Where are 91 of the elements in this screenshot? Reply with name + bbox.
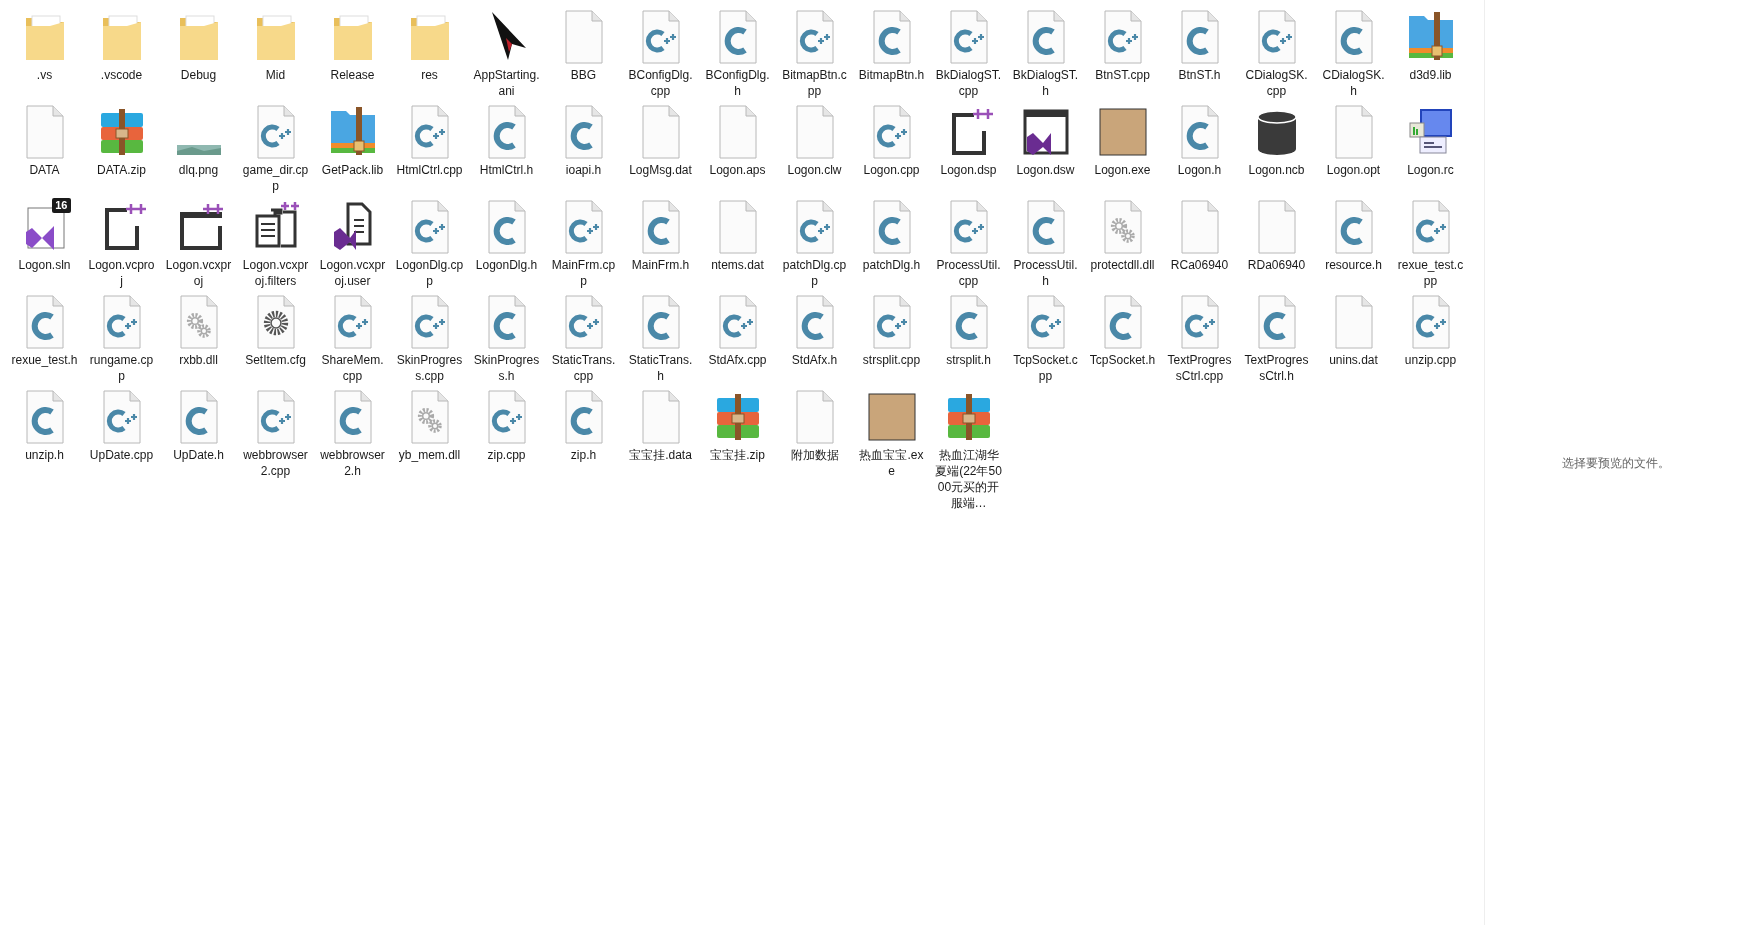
file-name[interactable]: .vs	[10, 67, 79, 99]
file-name[interactable]: LogonDlg.cpp	[395, 257, 464, 289]
file-name[interactable]: RCa06940	[1165, 257, 1234, 289]
file-name[interactable]: DATA.zip	[87, 162, 156, 194]
file-name[interactable]: Debug	[164, 67, 233, 99]
file-name[interactable]: strsplit.cpp	[857, 352, 926, 384]
file-name[interactable]: ioapi.h	[549, 162, 618, 194]
file-name[interactable]: ProcessUtil.cpp	[934, 257, 1003, 289]
file-name[interactable]: 宝宝挂.zip	[703, 447, 772, 479]
file-name[interactable]: DATA	[10, 162, 79, 194]
file-name[interactable]: Logon.vcxproj	[164, 257, 233, 289]
file-name[interactable]: 热血宝宝.exe	[857, 447, 926, 479]
file-name[interactable]: AppStarting.ani	[472, 67, 541, 99]
file-name[interactable]: rungame.cpp	[87, 352, 156, 384]
file-name[interactable]: Logon.clw	[780, 162, 849, 194]
file-name[interactable]: patchDlg.cpp	[780, 257, 849, 289]
file-name[interactable]: Logon.aps	[703, 162, 772, 194]
file-name[interactable]: CDialogSK.h	[1319, 67, 1388, 99]
file-name[interactable]: game_dir.cpp	[241, 162, 310, 194]
file-name[interactable]: HtmlCtrl.h	[472, 162, 541, 194]
file-name[interactable]: BkDialogST.h	[1011, 67, 1080, 99]
file-name[interactable]: BConfigDlg.h	[703, 67, 772, 99]
file-name[interactable]: Logon.vcproj	[87, 257, 156, 289]
file-name[interactable]: unzip.h	[10, 447, 79, 479]
file-name[interactable]: BtnST.h	[1165, 67, 1234, 99]
file-name[interactable]: TextProgressCtrl.h	[1242, 352, 1311, 384]
file-name[interactable]: UpDate.cpp	[87, 447, 156, 479]
file-name[interactable]: LogonDlg.h	[472, 257, 541, 289]
file-name[interactable]: BkDialogST.cpp	[934, 67, 1003, 99]
file-name[interactable]: UpDate.h	[164, 447, 233, 479]
file-name[interactable]: 热血江湖华夏端(22年5000元买的开服端…	[934, 447, 1003, 511]
file-name[interactable]: Logon.opt	[1319, 162, 1388, 194]
file-name[interactable]: HtmlCtrl.cpp	[395, 162, 464, 194]
file-name[interactable]: StaticTrans.h	[626, 352, 695, 384]
file-name[interactable]: Mid	[241, 67, 310, 99]
file-name[interactable]: Logon.dsp	[934, 162, 1003, 194]
file-name[interactable]: rxbb.dll	[164, 352, 233, 384]
file-name[interactable]: Logon.rc	[1396, 162, 1465, 194]
file-name[interactable]: SetItem.cfg	[241, 352, 310, 384]
file-name[interactable]: 宝宝挂.data	[626, 447, 695, 479]
file-name[interactable]: Logon.ncb	[1242, 162, 1311, 194]
file-name[interactable]: strsplit.h	[934, 352, 1003, 384]
file-name[interactable]: StdAfx.h	[780, 352, 849, 384]
file-name[interactable]: Logon.exe	[1088, 162, 1157, 194]
file-name[interactable]: d3d9.lib	[1396, 67, 1465, 99]
file-name[interactable]: ntems.dat	[703, 257, 772, 289]
file-name[interactable]: 附加数据	[780, 447, 849, 479]
file-name[interactable]: Logon.vcxproj.user	[318, 257, 387, 289]
file-name[interactable]: rexue_test.h	[10, 352, 79, 384]
file-name[interactable]: TextProgressCtrl.cpp	[1165, 352, 1234, 384]
file-name[interactable]: SkinProgress.cpp	[395, 352, 464, 384]
file-name[interactable]: CDialogSK.cpp	[1242, 67, 1311, 99]
file-name[interactable]: unzip.cpp	[1396, 352, 1465, 384]
file-name[interactable]: Logon.vcxproj.filters	[241, 257, 310, 289]
file-name[interactable]: .vscode	[87, 67, 156, 99]
file-name[interactable]: StdAfx.cpp	[703, 352, 772, 384]
file-name[interactable]: yb_mem.dll	[395, 447, 464, 479]
file-name[interactable]: MainFrm.h	[626, 257, 695, 289]
file-name[interactable]: TcpSocket.cpp	[1011, 352, 1080, 384]
file-name[interactable]: webbrowser2.cpp	[241, 447, 310, 479]
file-name[interactable]: BtnST.cpp	[1088, 67, 1157, 99]
file-name[interactable]: Logon.sln	[10, 257, 79, 289]
file-name[interactable]: webbrowser2.h	[318, 447, 387, 479]
file-name[interactable]: ProcessUtil.h	[1011, 257, 1080, 289]
file-name[interactable]: BitmapBtn.h	[857, 67, 926, 99]
file-name[interactable]: GetPack.lib	[318, 162, 387, 194]
file-name[interactable]: zip.cpp	[472, 447, 541, 479]
file-name[interactable]: TcpSocket.h	[1088, 352, 1157, 384]
file-name[interactable]: patchDlg.h	[857, 257, 926, 289]
preview-message: 选择要预览的文件。	[1562, 454, 1670, 472]
file-name[interactable]: LogMsg.dat	[626, 162, 695, 194]
file-name[interactable]: BConfigDlg.cpp	[626, 67, 695, 99]
file-name[interactable]: zip.h	[549, 447, 618, 479]
file-name[interactable]: dlq.png	[164, 162, 233, 194]
count-badge: 16	[52, 198, 71, 213]
file-name[interactable]: resource.h	[1319, 257, 1388, 289]
file-name[interactable]: unins.dat	[1319, 352, 1388, 384]
file-name[interactable]: protectdll.dll	[1088, 257, 1157, 289]
file-name[interactable]: RDa06940	[1242, 257, 1311, 289]
file-name[interactable]: BitmapBtn.cpp	[780, 67, 849, 99]
file-name[interactable]: Logon.h	[1165, 162, 1234, 194]
file-name[interactable]: Logon.dsw	[1011, 162, 1080, 194]
file-name[interactable]: Release	[318, 67, 387, 99]
file-name[interactable]: StaticTrans.cpp	[549, 352, 618, 384]
file-name[interactable]: Logon.cpp	[857, 162, 926, 194]
file-name[interactable]: rexue_test.cpp	[1396, 257, 1465, 289]
file-name[interactable]: MainFrm.cpp	[549, 257, 618, 289]
file-name[interactable]: ShareMem.cpp	[318, 352, 387, 384]
file-name[interactable]: BBG	[549, 67, 618, 99]
file-name[interactable]: res	[395, 67, 464, 99]
file-name[interactable]: SkinProgress.h	[472, 352, 541, 384]
